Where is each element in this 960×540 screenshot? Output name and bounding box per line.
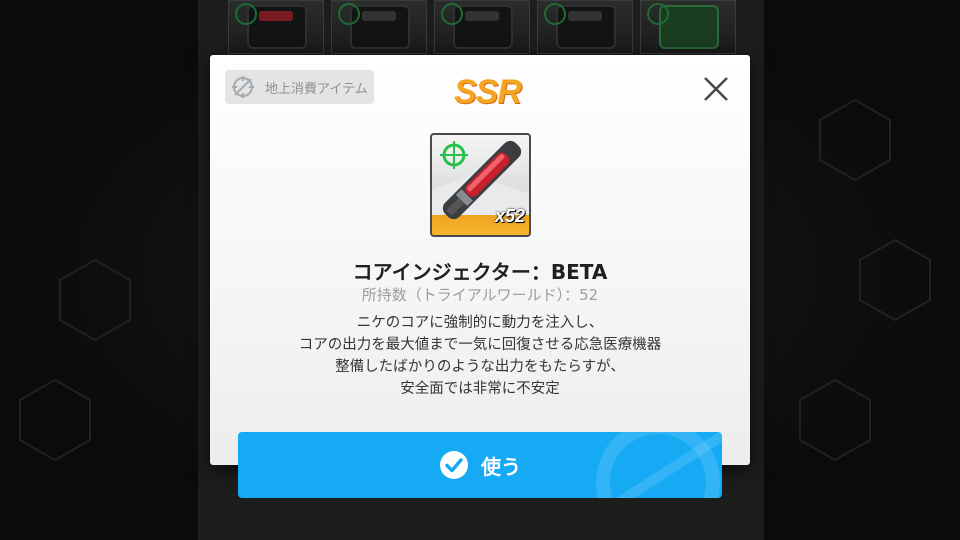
crosshair-slash-icon: [232, 76, 254, 98]
button-decoration: [596, 432, 722, 498]
checkmark-icon: [440, 451, 468, 479]
rarity-badge: SSR: [454, 73, 522, 111]
item-thumbnail: x52: [430, 133, 531, 237]
owned-count: 所持数（トライアルワールド）：52: [361, 286, 599, 304]
description-line: コアの出力を最大値まで一気に回復させる応急医療機器: [298, 337, 662, 353]
category-label: 地上消費アイテム: [265, 81, 368, 97]
description-line: ニケのコアに強制的に動力を注入し、: [356, 315, 604, 331]
item-detail-modal: 地上消費アイテム SSR x52 コアインジェクター：BETA 所持数（トライア…: [210, 55, 750, 465]
item-name: コアインジェクター：BETA: [352, 260, 608, 284]
item-quantity: x52: [494, 206, 525, 226]
close-icon[interactable]: [700, 73, 732, 105]
description-line: 整備したばかりのような出力をもたらすが、: [335, 359, 625, 375]
use-button-label: 使う: [481, 454, 521, 479]
use-button[interactable]: 使う: [238, 432, 722, 498]
description-line: 安全面では非常に不安定: [400, 381, 560, 397]
category-chip: 地上消費アイテム: [225, 70, 374, 104]
item-description: ニケのコアに強制的に動力を注入し、 コアの出力を最大値まで一気に回復させる応急医…: [210, 312, 750, 400]
